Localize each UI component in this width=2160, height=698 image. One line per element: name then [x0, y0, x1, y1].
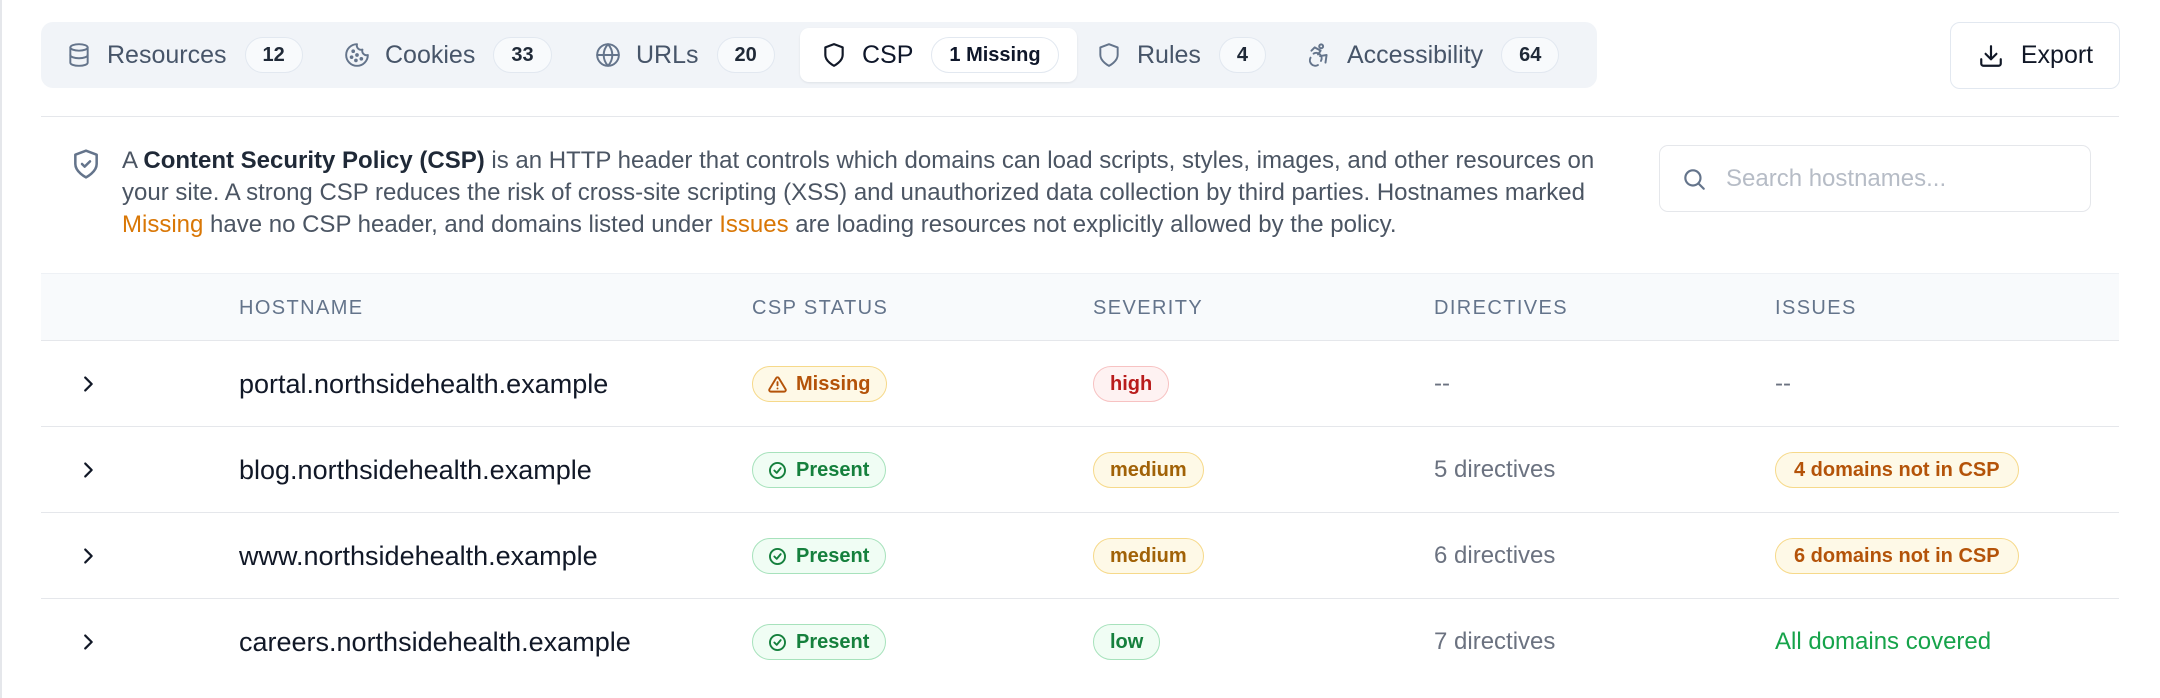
- issues-cell: --: [1775, 370, 1791, 397]
- severity-cell: medium: [1093, 513, 1204, 599]
- tab-label: Cookies: [385, 40, 476, 69]
- issues-cell: 6 domains not in CSP: [1775, 513, 2019, 599]
- check-circle-icon: [767, 546, 787, 566]
- globe-icon: [594, 41, 622, 69]
- download-icon: [1977, 42, 2005, 70]
- table-row[interactable]: www.northsidehealth.example Present medi…: [41, 513, 2119, 599]
- status-badge-present: Present: [752, 452, 887, 488]
- hostname-cell: www.northsidehealth.example: [239, 540, 598, 571]
- tab-count-badge: 20: [716, 37, 775, 73]
- column-header-issues[interactable]: ISSUES: [1775, 274, 1857, 342]
- column-header-csp-status[interactable]: CSP STATUS: [752, 274, 888, 342]
- check-circle-icon: [767, 460, 787, 480]
- cookie-icon: [343, 41, 371, 69]
- status-label: Present: [796, 544, 870, 567]
- hostname-cell: careers.northsidehealth.example: [239, 626, 631, 657]
- status-label: Present: [796, 458, 870, 481]
- shield-icon: [1095, 41, 1123, 69]
- tab-label: CSP: [862, 40, 914, 69]
- tab-accessibility[interactable]: Accessibility 64: [1305, 28, 1560, 82]
- tab-count-badge: 64: [1501, 37, 1560, 73]
- tab-label: Accessibility: [1347, 40, 1484, 69]
- hostname-cell: portal.northsidehealth.example: [239, 368, 609, 399]
- accessibility-icon: [1305, 41, 1333, 69]
- hostname-cell: blog.northsidehealth.example: [239, 454, 592, 485]
- description-text: A: [122, 147, 144, 174]
- export-label: Export: [2020, 41, 2094, 69]
- status-badge-present: Present: [752, 538, 887, 574]
- search-icon: [1680, 165, 1708, 193]
- tab-resources[interactable]: Resources 12: [65, 28, 303, 82]
- shield-icon: [820, 41, 848, 69]
- missing-highlight: Missing: [122, 211, 204, 238]
- directives-cell: 6 directives: [1434, 542, 1556, 569]
- column-header-severity[interactable]: SEVERITY: [1093, 274, 1203, 342]
- description-text: are loading resources not explicitly all…: [788, 211, 1397, 238]
- tab-label: URLs: [636, 40, 699, 69]
- tab-count-badge: 1 Missing: [931, 37, 1059, 73]
- tab-count-badge: 12: [244, 37, 303, 73]
- tab-rules[interactable]: Rules 4: [1095, 28, 1267, 82]
- export-button[interactable]: Export: [1950, 22, 2120, 89]
- column-header-directives[interactable]: DIRECTIVES: [1434, 274, 1568, 342]
- tab-cookies[interactable]: Cookies 33: [343, 28, 552, 82]
- severity-badge: high: [1093, 366, 1170, 402]
- chevron-right-icon[interactable]: [75, 371, 101, 397]
- tab-count-badge: 4: [1218, 37, 1267, 73]
- directives-cell: 5 directives: [1434, 456, 1556, 483]
- column-header-hostname[interactable]: HOSTNAME: [239, 274, 364, 342]
- issues-highlight: Issues: [719, 211, 789, 238]
- csp-description: A Content Security Policy (CSP) is an HT…: [122, 145, 1622, 241]
- directives-cell: 7 directives: [1434, 628, 1556, 655]
- tab-label: Rules: [1137, 40, 1201, 69]
- left-border: [0, 0, 2, 698]
- csp-status-cell: Present: [752, 427, 887, 513]
- severity-badge: medium: [1093, 538, 1204, 574]
- issues-badge: 6 domains not in CSP: [1775, 538, 2019, 574]
- warning-triangle-icon: [767, 374, 787, 394]
- check-circle-icon: [767, 632, 787, 652]
- severity-cell: high: [1093, 341, 1170, 427]
- chevron-right-icon[interactable]: [75, 457, 101, 483]
- table-row[interactable]: blog.northsidehealth.example Present med…: [41, 427, 2119, 513]
- csp-status-cell: Missing: [752, 341, 888, 427]
- tab-bar: Resources 12 Cookies 33 URLs 20 CSP 1 Mi…: [41, 22, 1597, 88]
- table-header: HOSTNAME CSP STATUS SEVERITY DIRECTIVES …: [41, 273, 2119, 341]
- description-term: Content Security Policy (CSP): [143, 147, 485, 174]
- search-input[interactable]: [1726, 164, 2066, 193]
- table-row[interactable]: portal.northsidehealth.example Missing h…: [41, 341, 2119, 427]
- status-label: Present: [796, 630, 870, 653]
- status-badge-present: Present: [752, 624, 887, 660]
- directives-cell: --: [1434, 370, 1450, 397]
- divider: [41, 116, 2119, 117]
- shield-check-icon: [70, 148, 102, 180]
- csp-status-cell: Present: [752, 599, 887, 685]
- severity-cell: medium: [1093, 427, 1204, 513]
- chevron-right-icon[interactable]: [75, 629, 101, 655]
- status-badge-missing: Missing: [752, 366, 888, 402]
- severity-badge: low: [1093, 624, 1161, 660]
- issues-cell: All domains covered: [1775, 628, 1992, 655]
- tab-urls[interactable]: URLs 20: [594, 28, 775, 82]
- tab-csp[interactable]: CSP 1 Missing: [800, 28, 1077, 82]
- search-box[interactable]: [1659, 145, 2091, 212]
- issues-badge: 4 domains not in CSP: [1775, 452, 2019, 488]
- database-icon: [65, 41, 93, 69]
- severity-badge: medium: [1093, 452, 1204, 488]
- table-row[interactable]: careers.northsidehealth.example Present …: [41, 599, 2119, 685]
- severity-cell: low: [1093, 599, 1161, 685]
- description-text: have no CSP header, and domains listed u…: [203, 211, 720, 238]
- issues-cell: 4 domains not in CSP: [1775, 427, 2019, 513]
- tab-label: Resources: [107, 40, 227, 69]
- chevron-right-icon[interactable]: [75, 543, 101, 569]
- csp-status-cell: Present: [752, 513, 887, 599]
- status-label: Missing: [796, 372, 871, 395]
- tab-count-badge: 33: [493, 37, 552, 73]
